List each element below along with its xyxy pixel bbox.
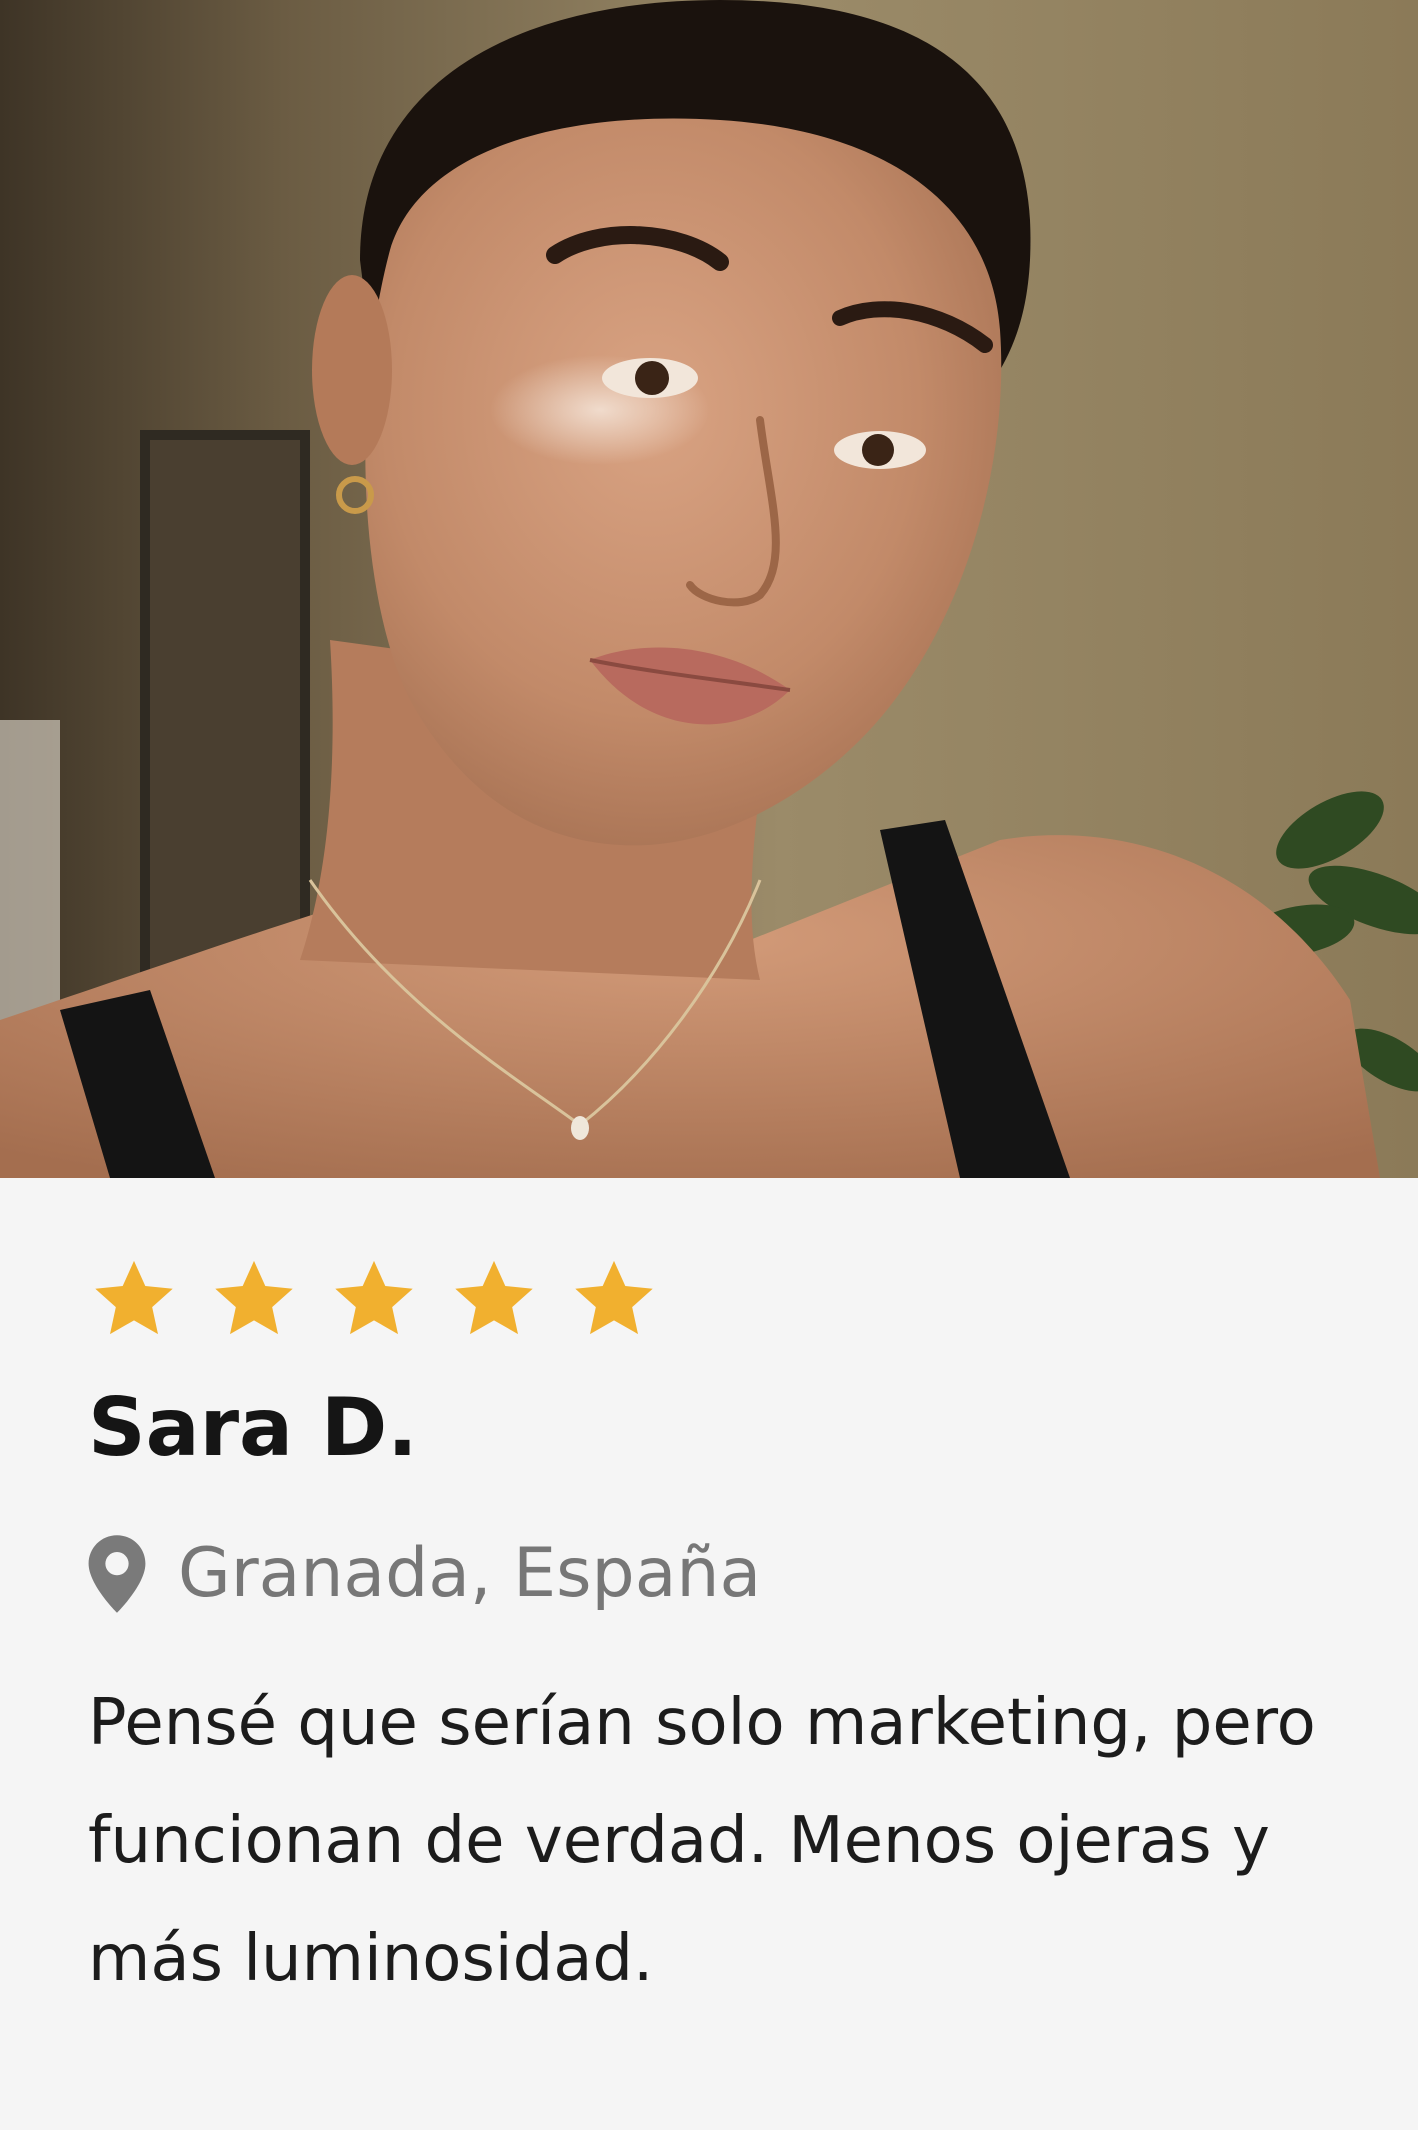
star-icon [208, 1250, 328, 1350]
review-details: Sara D. Granada, España Pensé que serían… [0, 1178, 1418, 2130]
star-rating [88, 1250, 688, 1350]
star-icon [448, 1250, 568, 1350]
star-icon [328, 1250, 448, 1350]
star-icon [568, 1250, 688, 1350]
reviewer-name: Sara D. [88, 1381, 418, 1474]
customer-photo [0, 0, 1418, 1178]
reviewer-location: Granada, España [86, 1534, 761, 1614]
location-text: Granada, España [178, 1534, 762, 1613]
star-icon [88, 1250, 208, 1350]
review-text: Pensé que serían solo marketing, pero fu… [88, 1686, 1316, 1996]
map-pin-icon [86, 1534, 148, 1614]
review-card: Sara D. Granada, España Pensé que serían… [0, 0, 1418, 2130]
